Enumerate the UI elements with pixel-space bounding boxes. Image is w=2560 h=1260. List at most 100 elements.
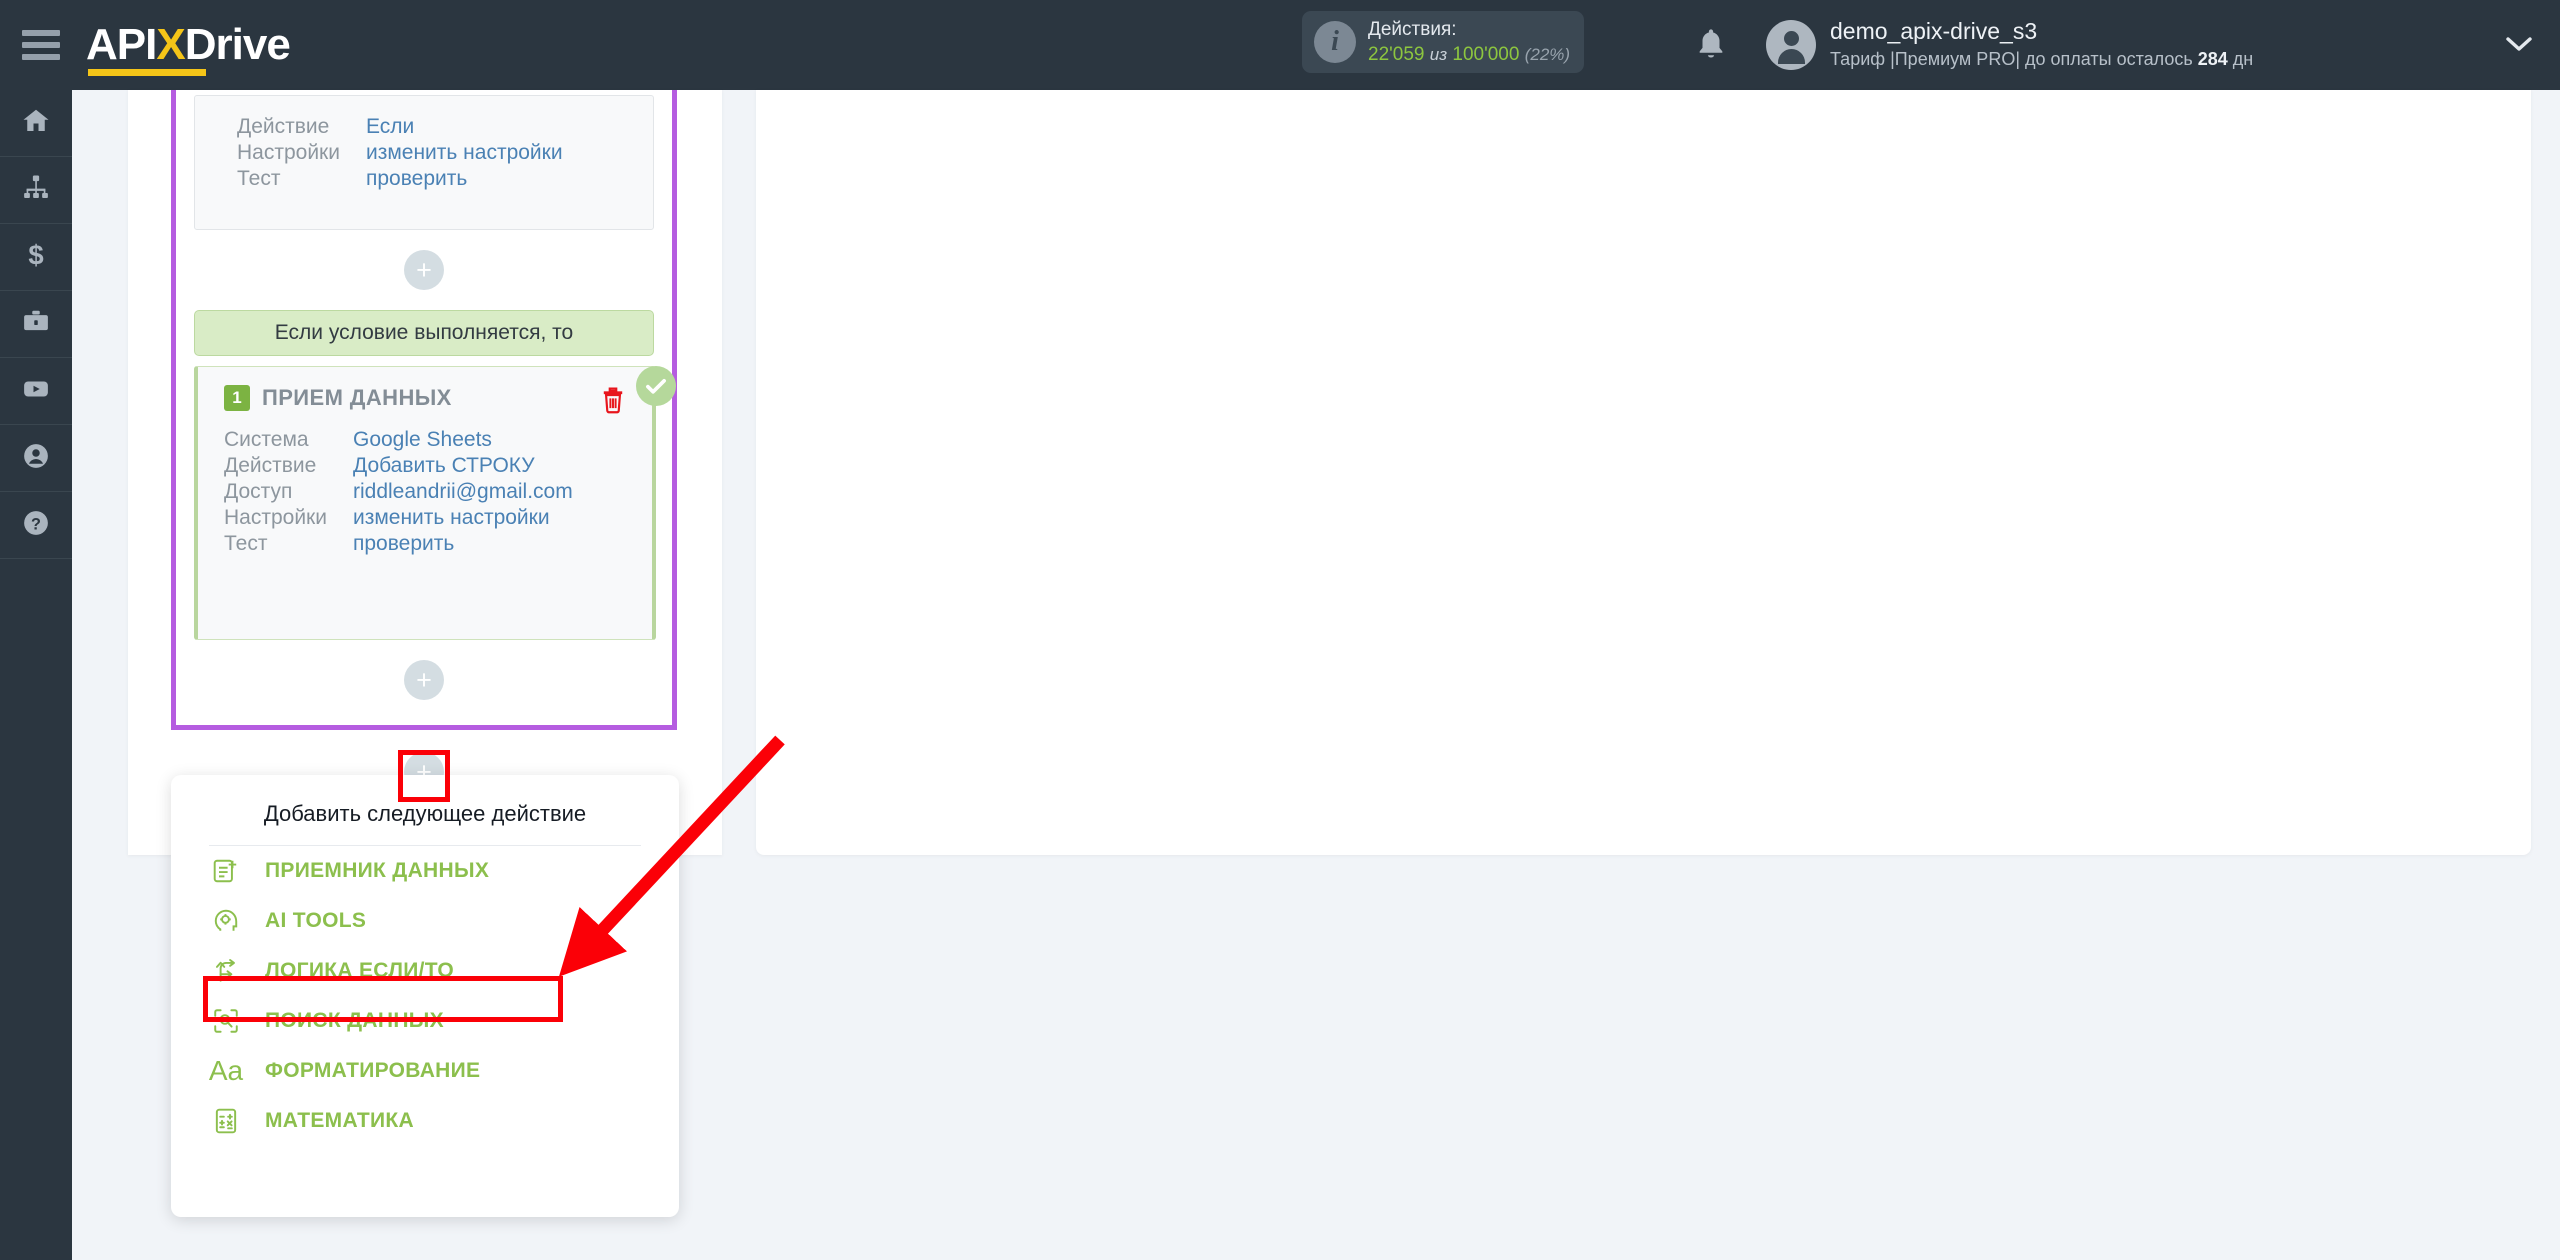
text-format-icon: Aa bbox=[209, 1054, 243, 1088]
check-circle-icon bbox=[636, 366, 676, 406]
aa-glyph: Aa bbox=[208, 1055, 244, 1086]
dropdown-item-data-receiver[interactable]: ПРИЕМНИК ДАННЫХ bbox=[171, 846, 679, 896]
svg-text:$: $ bbox=[28, 240, 43, 270]
usage-total: 100'000 bbox=[1452, 44, 1520, 65]
row-value-test-link[interactable]: проверить bbox=[366, 166, 563, 192]
card-row: Настройки изменить настройки bbox=[224, 505, 573, 531]
hamburger-icon[interactable] bbox=[22, 30, 60, 60]
sitemap-icon bbox=[21, 173, 51, 208]
dropdown-title: Добавить следующее действие bbox=[263, 801, 587, 826]
data-receiver-card[interactable]: 1 ПРИЕМ ДАННЫХ Система Google Sheets Дей… bbox=[194, 366, 656, 640]
avatar-head bbox=[1783, 31, 1799, 46]
dropdown-item-label: ФОРМАТИРОВАНИЕ bbox=[265, 1059, 481, 1082]
trash-icon[interactable] bbox=[600, 385, 626, 415]
row-value-system[interactable]: Google Sheets bbox=[353, 427, 573, 453]
sidebar-item-home[interactable] bbox=[0, 90, 72, 157]
home-icon bbox=[21, 106, 51, 141]
receiver-card-title: ПРИЕМ ДАННЫХ bbox=[262, 385, 452, 410]
usage-used: 22'059 bbox=[1368, 44, 1425, 65]
card-row: Действие Если bbox=[237, 114, 563, 140]
row-label: Настройки bbox=[237, 141, 340, 164]
logo-underline bbox=[88, 69, 206, 76]
add-step-button-2[interactable]: + bbox=[404, 660, 444, 700]
chevron-down-icon[interactable] bbox=[2504, 34, 2534, 59]
account-name: demo_apix-drive_s3 bbox=[1830, 18, 2038, 44]
info-icon: i bbox=[1314, 21, 1356, 63]
branch-arrow-icon bbox=[209, 954, 243, 988]
search-scan-icon bbox=[209, 1004, 243, 1038]
account-plan-days: 284 bbox=[2197, 49, 2228, 70]
plus-glyph: + bbox=[416, 254, 432, 285]
dropdown-item-ai-tools[interactable]: AI TOOLS bbox=[171, 896, 679, 946]
dollar-icon: $ bbox=[21, 239, 51, 275]
svg-text:?: ? bbox=[31, 515, 41, 533]
sidebar-item-billing[interactable]: $ bbox=[0, 224, 72, 291]
usage-counter[interactable]: i Действия: 22'059 из 100'000 (22%) bbox=[1302, 11, 1584, 73]
row-label: Система bbox=[224, 428, 309, 451]
dropdown-item-label: AI TOOLS bbox=[265, 909, 367, 932]
card-row: Настройки изменить настройки bbox=[237, 140, 563, 166]
logo-text-api: API bbox=[86, 20, 157, 69]
add-step-button-1[interactable]: + bbox=[404, 250, 444, 290]
row-label: Тест bbox=[237, 167, 281, 190]
question-circle-icon: ? bbox=[21, 508, 51, 543]
dropdown-item-label: МАТЕМАТИКА bbox=[265, 1109, 414, 1132]
card-row: Доступ riddleandrii@gmail.com bbox=[224, 479, 573, 505]
if-card-rows: Действие Если Настройки изменить настрой… bbox=[237, 114, 563, 192]
ai-head-gear-icon bbox=[209, 904, 243, 938]
dropdown-item-formatting[interactable]: Aa ФОРМАТИРОВАНИЕ bbox=[171, 1046, 679, 1096]
row-label: Действие bbox=[237, 115, 330, 138]
add-action-dropdown: Добавить следующее действие ПРИЕМНИК ДАН… bbox=[171, 775, 679, 1217]
user-avatar-icon[interactable] bbox=[1766, 20, 1816, 70]
account-plan-suffix: дн bbox=[2227, 49, 2254, 70]
card-row: Действие Добавить СТРОКУ bbox=[224, 453, 573, 479]
row-label: Доступ bbox=[224, 480, 293, 503]
sidebar-item-video[interactable] bbox=[0, 358, 72, 425]
document-add-icon bbox=[209, 854, 243, 888]
row-value: Если bbox=[365, 115, 415, 138]
condition-true-label: Если условие выполняется, то bbox=[194, 310, 654, 356]
sidebar-item-profile[interactable] bbox=[0, 425, 72, 492]
sidebar-item-services[interactable] bbox=[0, 291, 72, 358]
logo-text-x: X bbox=[156, 20, 185, 69]
dropdown-item-math[interactable]: МАТЕМАТИКА bbox=[171, 1096, 679, 1146]
sidebar-item-help[interactable]: ? bbox=[0, 492, 72, 559]
dropdown-item-logic-if-then[interactable]: ЛОГИКА ЕСЛИ/ТО bbox=[171, 946, 679, 996]
account-info[interactable]: demo_apix-drive_s3 Тариф |Премиум PRO| д… bbox=[1830, 16, 2253, 71]
usage-numbers: 22'059 из 100'000 (22%) bbox=[1368, 42, 1570, 67]
top-bar: APIXDrive i Действия: 22'059 из 100'000 … bbox=[0, 0, 2560, 90]
dropdown-item-label: ЛОГИКА ЕСЛИ/ТО bbox=[265, 959, 455, 982]
logo-text-drive: Drive bbox=[184, 20, 291, 69]
briefcase-icon bbox=[21, 307, 51, 342]
usage-separator: из bbox=[1429, 45, 1448, 64]
usage-title: Действия: bbox=[1368, 18, 1457, 40]
row-value-settings-link[interactable]: изменить настройки bbox=[366, 140, 563, 166]
dropdown-item-label: ПРИЕМНИК ДАННЫХ bbox=[265, 859, 490, 882]
if-action-card[interactable]: Действие Если Настройки изменить настрой… bbox=[194, 95, 654, 230]
dropdown-item-data-search[interactable]: ПОИСК ДАННЫХ bbox=[171, 996, 679, 1046]
row-value-action[interactable]: Добавить СТРОКУ bbox=[353, 453, 573, 479]
sidebar-rail: $ ? bbox=[0, 90, 72, 1260]
receiver-card-rows: Система Google Sheets Действие Добавить … bbox=[198, 411, 652, 557]
apixdrive-logo[interactable]: APIXDrive bbox=[86, 20, 291, 76]
card-row: Тест проверить bbox=[224, 531, 573, 557]
user-circle-icon bbox=[21, 441, 51, 476]
avatar-body bbox=[1777, 49, 1805, 64]
row-value-test[interactable]: проверить bbox=[353, 531, 573, 557]
account-plan-prefix: Тариф |Премиум PRO| до оплаты осталось bbox=[1830, 49, 2198, 70]
row-value-settings[interactable]: изменить настройки bbox=[353, 505, 573, 531]
condition-text: Если условие выполняется, то bbox=[274, 321, 574, 344]
row-label: Настройки bbox=[224, 506, 327, 529]
row-label: Тест bbox=[224, 532, 268, 555]
row-value-account[interactable]: riddleandrii@gmail.com bbox=[353, 479, 573, 505]
sidebar-item-connections[interactable] bbox=[0, 157, 72, 224]
youtube-icon bbox=[21, 374, 51, 409]
calculator-icon bbox=[209, 1104, 243, 1138]
step-number-badge: 1 bbox=[224, 385, 250, 411]
card-row: Тест проверить bbox=[237, 166, 563, 192]
plus-glyph: + bbox=[416, 664, 432, 695]
notification-bell-icon[interactable] bbox=[1694, 26, 1728, 64]
row-label: Действие bbox=[224, 454, 317, 477]
account-plan: Тариф |Премиум PRO| до оплаты осталось 2… bbox=[1830, 47, 2253, 71]
usage-percent: (22%) bbox=[1524, 45, 1571, 64]
